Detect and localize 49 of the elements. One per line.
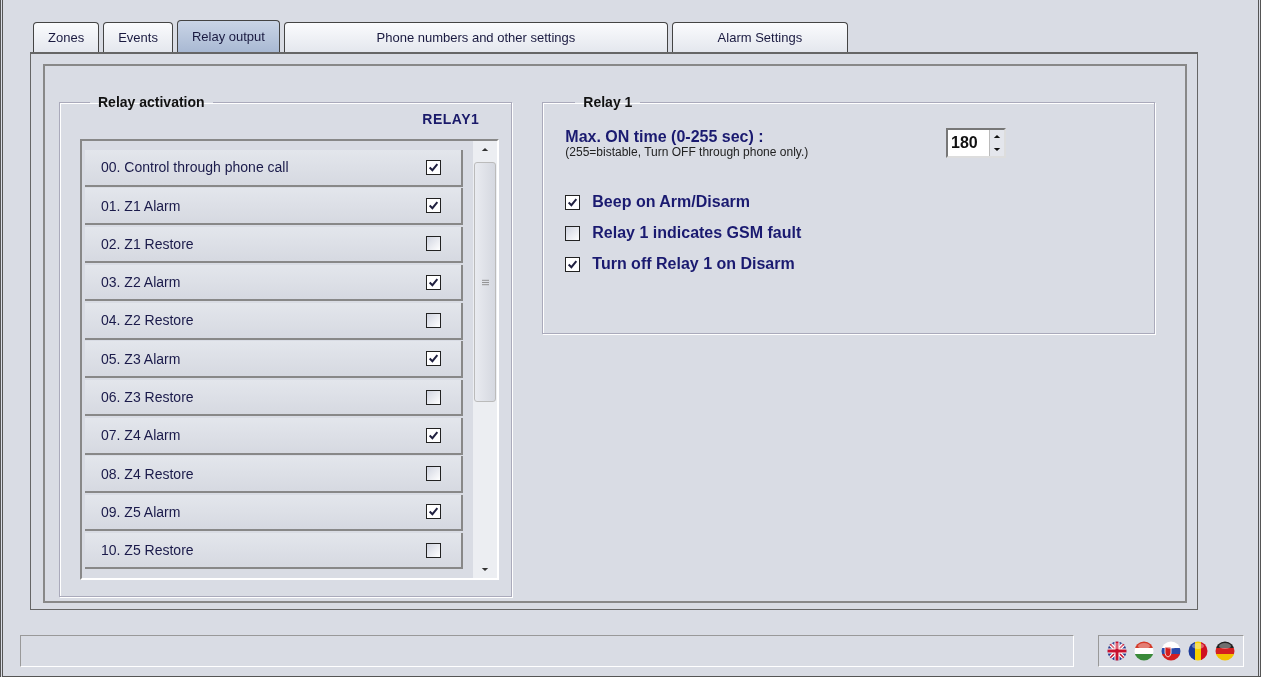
group-title: Relay 1 xyxy=(582,94,634,110)
down-arrow-icon[interactable] xyxy=(993,147,1001,152)
grip-icon[interactable] xyxy=(481,278,489,286)
checkbox[interactable] xyxy=(565,225,581,241)
checkbox[interactable] xyxy=(565,256,581,272)
checkbox[interactable] xyxy=(426,466,442,482)
list-row[interactable]: 04. Z2 Restore xyxy=(85,303,464,340)
list-row[interactable]: 07. Z4 Alarm xyxy=(85,418,464,455)
checkbox[interactable] xyxy=(426,389,442,405)
tab[interactable]: Alarm Settings xyxy=(671,22,848,52)
tab[interactable]: Zones xyxy=(33,22,100,52)
checkbox[interactable] xyxy=(426,159,442,175)
checkbox[interactable] xyxy=(426,504,442,520)
flag-icon[interactable] xyxy=(1215,641,1235,661)
checkbox[interactable] xyxy=(565,194,581,210)
spin-field[interactable]: 180 xyxy=(946,128,1006,158)
checkbox[interactable] xyxy=(426,236,442,252)
tab[interactable]: Relay output xyxy=(176,20,280,52)
list-row[interactable]: 03. Z2 Alarm xyxy=(85,264,464,302)
list-row[interactable]: 05. Z3 Alarm xyxy=(85,341,464,378)
checkbox[interactable] xyxy=(426,351,442,367)
checkbox[interactable] xyxy=(426,427,442,443)
list-row[interactable]: 06. Z3 Restore xyxy=(85,379,464,417)
group-title: Relay activation xyxy=(97,94,206,110)
column-header: RELAY1 xyxy=(422,111,480,127)
flag-icon[interactable] xyxy=(1161,641,1181,661)
field-label: Max. ON time (0-255 sec) : xyxy=(565,128,765,146)
option-label: Relay 1 indicates GSM fault xyxy=(592,224,802,242)
list-row[interactable]: 01. Z1 Alarm xyxy=(85,188,464,225)
list-row[interactable]: 00. Control through phone call xyxy=(85,150,464,187)
list-row[interactable]: 08. Z4 Restore xyxy=(85,456,464,493)
checkbox[interactable] xyxy=(426,198,442,214)
checkbox[interactable] xyxy=(426,274,442,290)
down-arrow-icon[interactable] xyxy=(481,567,490,572)
option-label: Turn off Relay 1 on Disarm xyxy=(592,255,795,273)
up-arrow-icon[interactable] xyxy=(481,147,490,152)
flag-icon[interactable] xyxy=(1107,641,1127,661)
checkbox[interactable] xyxy=(426,312,442,328)
checkbox[interactable] xyxy=(426,542,442,558)
up-arrow-icon[interactable] xyxy=(993,134,1001,139)
flag-icon[interactable] xyxy=(1188,641,1208,661)
tab[interactable]: Phone numbers and other settings xyxy=(283,22,668,52)
option-label: Beep on Arm/Disarm xyxy=(592,193,750,211)
list-row[interactable]: 09. Z5 Alarm xyxy=(85,494,464,532)
list-row[interactable]: 02. Z1 Restore xyxy=(85,226,464,264)
list-row[interactable]: 10. Z5 Restore xyxy=(85,532,464,570)
scrollbar[interactable] xyxy=(473,141,498,578)
hint-text: (255=bistable, Turn OFF through phone only.) xyxy=(565,145,809,159)
tab[interactable]: Events xyxy=(103,22,173,52)
